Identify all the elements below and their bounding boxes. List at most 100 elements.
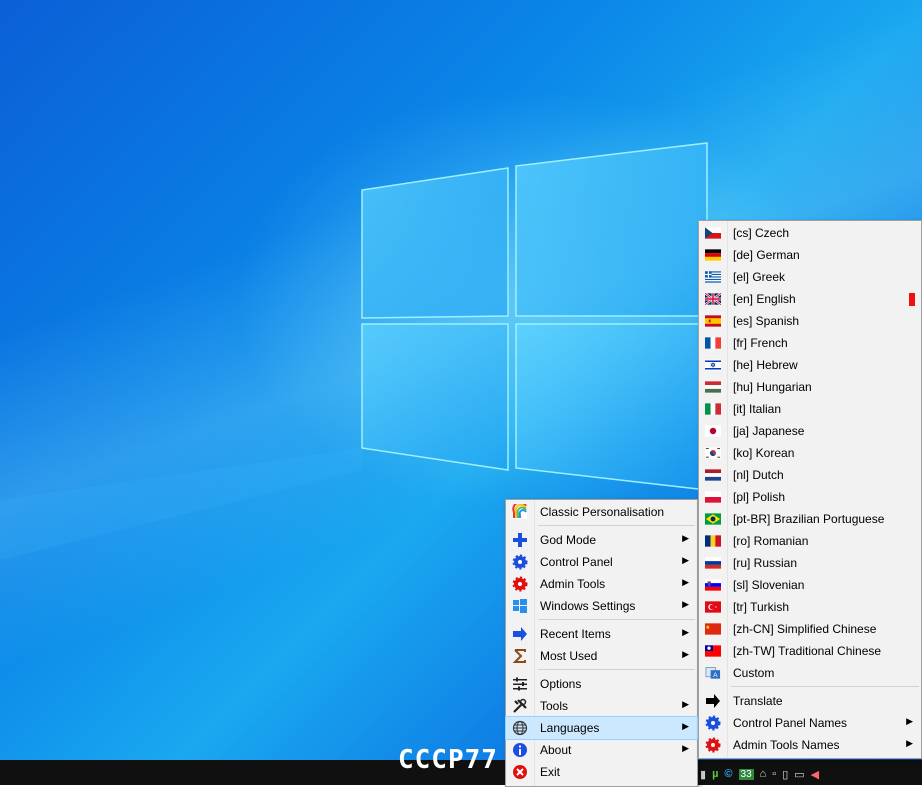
flag-pl-icon xyxy=(705,489,721,505)
badge-tray-icon[interactable]: 33 xyxy=(738,768,754,780)
submenu-arrow-icon: ▶ xyxy=(682,721,689,731)
flag-it-icon xyxy=(705,401,721,417)
exit-icon xyxy=(512,764,528,780)
device-tray-icon[interactable]: ▫ xyxy=(772,768,776,780)
menu-item-label: [nl] Dutch xyxy=(733,468,784,482)
translate-icon: A xyxy=(705,665,721,681)
menu-item-label: Control Panel Names xyxy=(733,716,848,730)
menu-item-turkish[interactable]: [tr] Turkish xyxy=(699,596,921,618)
menu-item-label: Options xyxy=(540,677,582,691)
menu-item-simplified-chinese[interactable]: [zh-CN] Simplified Chinese xyxy=(699,618,921,640)
blue-gear-icon xyxy=(705,715,721,731)
menu-item-label: [it] Italian xyxy=(733,402,782,416)
usb-tray-icon[interactable]: ▯ xyxy=(782,768,788,781)
menu-item-romanian[interactable]: [ro] Romanian xyxy=(699,530,921,552)
menu-item-german[interactable]: [de] German xyxy=(699,244,921,266)
active-language-marker xyxy=(909,293,915,306)
menu-item-classic-personalisation[interactable]: Classic Personalisation xyxy=(506,501,697,523)
submenu-arrow-icon: ▶ xyxy=(682,555,689,565)
menu-item-god-mode[interactable]: God Mode ▶ xyxy=(506,529,697,551)
menu-item-russian[interactable]: [ru] Russian xyxy=(699,552,921,574)
flag-cn-icon xyxy=(705,621,721,637)
menu-item-label: Admin Tools xyxy=(540,577,606,591)
flag-ro-icon xyxy=(705,533,721,549)
menu-item-label: Most Used xyxy=(540,649,598,663)
monitor-tray-icon[interactable]: ▭ xyxy=(794,768,804,781)
flag-ru-icon xyxy=(705,555,721,571)
network-tray-icon[interactable]: ⌂ xyxy=(760,768,767,780)
taskbar-label: CCCP77 xyxy=(398,745,498,775)
menu-item-label: [cs] Czech xyxy=(733,226,790,240)
submenu-arrow-icon: ▶ xyxy=(682,627,689,637)
menu-item-dutch[interactable]: [nl] Dutch xyxy=(699,464,921,486)
flag-cz-icon xyxy=(705,225,721,241)
menu-item-spanish[interactable]: [es] Spanish xyxy=(699,310,921,332)
menu-item-exit[interactable]: Exit xyxy=(506,761,697,783)
menu-item-label: [he] Hebrew xyxy=(733,358,798,372)
flag-jp-icon xyxy=(705,423,721,439)
menu-item-tools[interactable]: Tools ▶ xyxy=(506,695,697,717)
menu-item-label: Translate xyxy=(733,694,783,708)
menu-item-italian[interactable]: [it] Italian xyxy=(699,398,921,420)
menu-item-languages[interactable]: Languages ▶ xyxy=(505,716,698,740)
menu-item-label: Languages xyxy=(540,721,600,735)
menu-item-korean[interactable]: [ko] Korean xyxy=(699,442,921,464)
menu-item-most-used[interactable]: Most Used ▶ xyxy=(506,645,697,667)
globe-icon xyxy=(512,720,528,736)
menu-item-traditional-chinese[interactable]: [zh-TW] Traditional Chinese xyxy=(699,640,921,662)
menu-item-hungarian[interactable]: [hu] Hungarian xyxy=(699,376,921,398)
blue-gear-icon xyxy=(512,554,528,570)
menu-item-label: [ru] Russian xyxy=(733,556,798,570)
menu-item-english[interactable]: [en] English xyxy=(699,288,921,310)
flag-de-icon xyxy=(705,247,721,263)
menu-item-custom[interactable]: A Custom xyxy=(699,662,921,684)
menu-item-label: [tr] Turkish xyxy=(733,600,790,614)
menu-item-label: Custom xyxy=(733,666,775,680)
submenu-arrow-icon: ▶ xyxy=(906,716,913,726)
submenu-arrow-icon: ▶ xyxy=(682,577,689,587)
menu-item-japanese[interactable]: [ja] Japanese xyxy=(699,420,921,442)
utorrent-tray-icon[interactable]: µ xyxy=(712,768,718,780)
menu-item-options[interactable]: Options xyxy=(506,673,697,695)
languages-submenu: [cs] Czech [de] German [el] Greek [en] Engl… xyxy=(698,220,922,759)
menu-item-windows-settings[interactable]: Windows Settings ▶ xyxy=(506,595,697,617)
windows-logo-icon xyxy=(512,598,528,614)
menu-item-admin-tools-names[interactable]: Admin Tools Names ▶ xyxy=(699,734,921,756)
menu-item-polish[interactable]: [pl] Polish xyxy=(699,486,921,508)
menu-item-label: Windows Settings xyxy=(540,599,636,613)
menu-item-french[interactable]: [fr] French xyxy=(699,332,921,354)
menu-item-translate[interactable]: Translate xyxy=(699,690,921,712)
main-context-menu: Classic Personalisation God Mode ▶ Control … xyxy=(505,499,698,787)
submenu-arrow-icon: ▶ xyxy=(682,649,689,659)
menu-item-label: Control Panel xyxy=(540,555,613,569)
menu-item-greek[interactable]: [el] Greek xyxy=(699,266,921,288)
ccleaner-tray-icon[interactable]: © xyxy=(724,768,732,780)
menu-item-control-panel-names[interactable]: Control Panel Names ▶ xyxy=(699,712,921,734)
menu-item-label: [es] Spanish xyxy=(733,314,800,328)
menu-item-hebrew[interactable]: [he] Hebrew xyxy=(699,354,921,376)
menu-item-slovenian[interactable]: [sl] Slovenian xyxy=(699,574,921,596)
flag-gb-icon xyxy=(705,291,721,307)
menu-separator xyxy=(538,669,695,670)
blue-arrow-icon xyxy=(512,626,528,642)
menu-item-czech[interactable]: [cs] Czech xyxy=(699,222,921,244)
menu-item-admin-tools[interactable]: Admin Tools ▶ xyxy=(506,573,697,595)
equalizer-tray-icon[interactable]: ▮ xyxy=(700,768,706,781)
red-gear-icon xyxy=(512,576,528,592)
menu-item-label: [de] German xyxy=(733,248,800,262)
menu-item-about[interactable]: About ▶ xyxy=(506,739,697,761)
volume-tray-icon[interactable]: ◀ xyxy=(811,768,819,781)
menu-item-label: [pl] Polish xyxy=(733,490,786,504)
menu-item-label: Recent Items xyxy=(540,627,611,641)
menu-item-label: [en] English xyxy=(733,292,796,306)
menu-item-brazilian-portuguese[interactable]: [pt-BR] Brazilian Portuguese xyxy=(699,508,921,530)
flag-br-icon xyxy=(705,511,721,527)
menu-item-control-panel[interactable]: Control Panel ▶ xyxy=(506,551,697,573)
flag-nl-icon xyxy=(705,467,721,483)
submenu-arrow-icon: ▶ xyxy=(682,743,689,753)
menu-item-label: [ja] Japanese xyxy=(733,424,805,438)
flag-hu-icon xyxy=(705,379,721,395)
menu-item-label: Classic Personalisation xyxy=(540,505,665,519)
menu-item-recent-items[interactable]: Recent Items ▶ xyxy=(506,623,697,645)
menu-item-label: [el] Greek xyxy=(733,270,786,284)
